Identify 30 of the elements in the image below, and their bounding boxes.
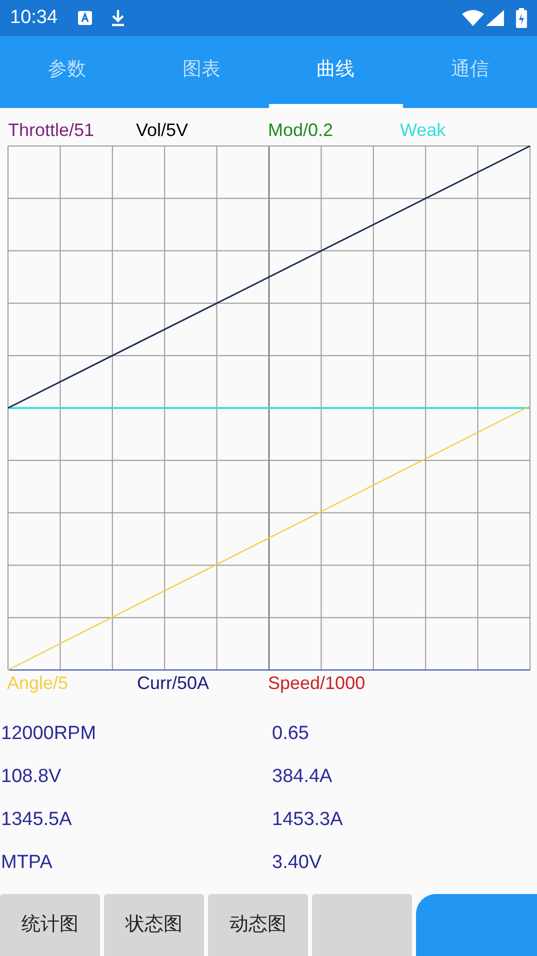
reading-value: 12000RPM [0, 722, 98, 746]
reading-value: MTPA [0, 851, 54, 876]
view-button[interactable] [312, 894, 412, 956]
legend-label: Vol/5V [136, 121, 190, 139]
view-button[interactable]: 统计图 [0, 894, 100, 956]
reading-value: 3.40V [272, 851, 322, 876]
battery-icon [516, 8, 527, 28]
signal-icon [486, 10, 504, 26]
legend-label: Throttle/51 [8, 121, 96, 139]
tab[interactable]: 参数 [0, 36, 134, 108]
reading-value: 1453.3A [272, 808, 343, 832]
reading-value: 108.8V [0, 765, 62, 790]
wifi-icon [462, 10, 484, 26]
legend-label: Mod/0.2 [268, 121, 334, 139]
action-button[interactable] [416, 894, 537, 956]
download-icon [110, 9, 126, 27]
legend-label: Curr/50A [137, 674, 210, 692]
keyboard-app-icon [78, 11, 92, 25]
reading-value: 384.4A [272, 765, 332, 790]
status-time: 10:34 [10, 6, 58, 30]
legend-label: Speed/1000 [268, 674, 366, 692]
legend-label: Angle/5 [7, 674, 70, 692]
reading-value: 1345.5A [0, 808, 73, 832]
reading-value: 0.65 [272, 722, 309, 746]
tab[interactable]: 曲线 [268, 36, 403, 108]
view-button[interactable]: 状态图 [104, 894, 204, 956]
tab[interactable]: 图表 [134, 36, 268, 108]
legend-label: Weak [400, 121, 447, 139]
tab[interactable]: 通信 [402, 36, 537, 108]
view-button[interactable]: 动态图 [208, 894, 308, 956]
